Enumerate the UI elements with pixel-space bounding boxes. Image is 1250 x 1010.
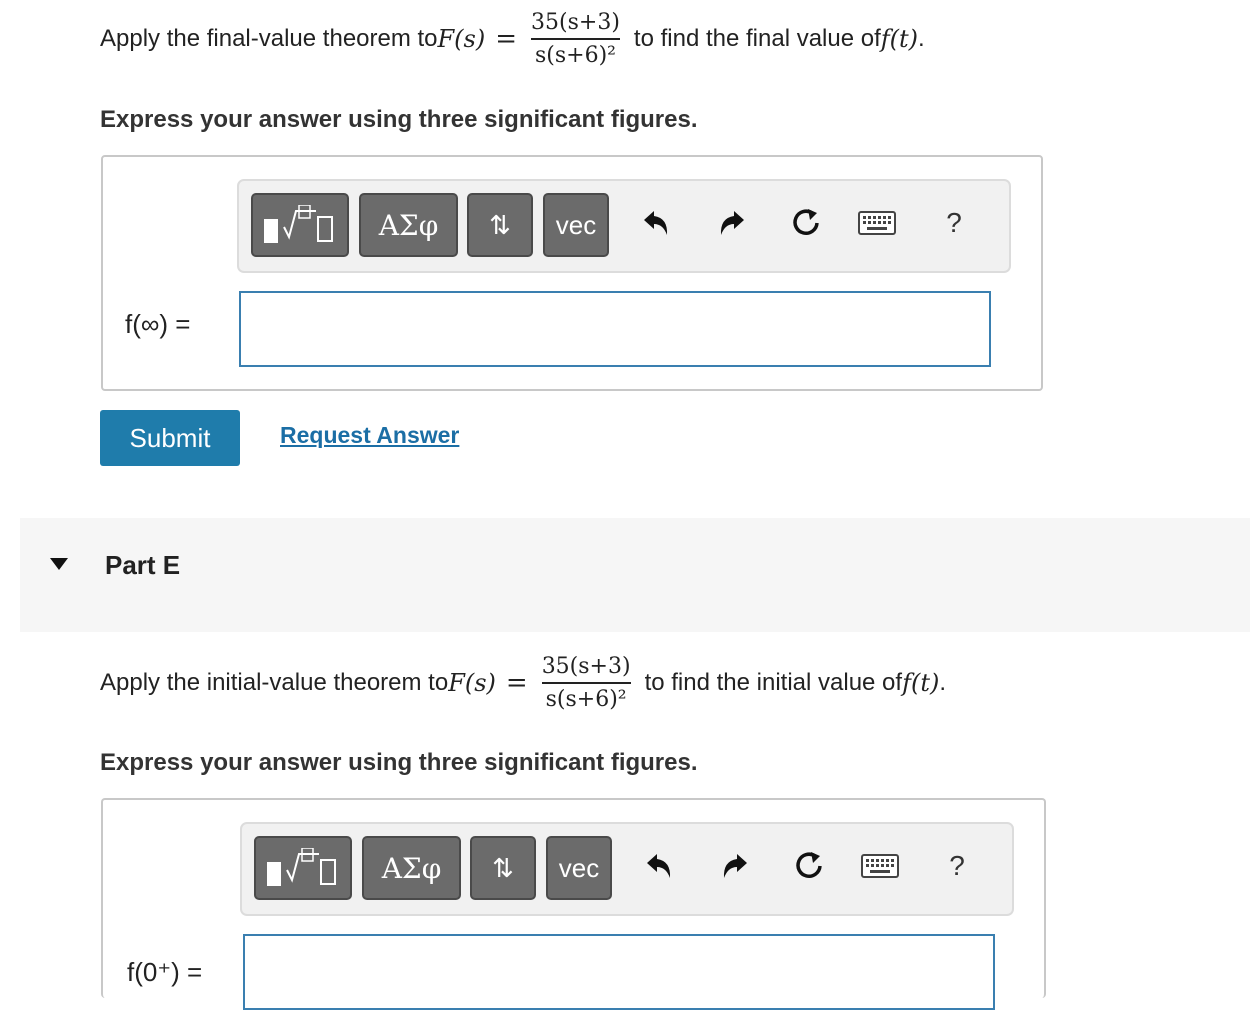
templates-button[interactable] — [251, 193, 349, 257]
keyboard-icon[interactable] — [857, 203, 897, 243]
equation-toolbar: ΑΣφ ⇅ vec ? — [237, 179, 1011, 273]
greek-symbols-button[interactable]: ΑΣφ — [362, 836, 461, 900]
arrows-button[interactable]: ⇅ — [470, 836, 536, 900]
keyboard-icon[interactable] — [860, 846, 900, 886]
answer-box: ΑΣφ ⇅ vec ? f(0⁺) = — [101, 798, 1046, 1010]
problem-statement: Apply the initial-value theorem to F(s) … — [100, 654, 947, 712]
fraction: 35(s+3) s(s+6)² — [541, 654, 631, 712]
answer-label: f(∞) = — [125, 309, 191, 339]
help-icon[interactable]: ? — [934, 203, 974, 243]
problem-statement: Apply the final-value theorem to F(s) = … — [100, 10, 925, 68]
part-title: Part E — [105, 550, 181, 580]
templates-icon — [267, 848, 336, 886]
undo-icon[interactable] — [636, 203, 676, 243]
answer-label: f(0⁺) = — [127, 957, 203, 987]
answer-input[interactable] — [239, 291, 991, 367]
vector-button[interactable]: vec — [543, 193, 609, 257]
collapse-caret-icon[interactable] — [50, 558, 68, 570]
help-icon[interactable]: ? — [937, 846, 977, 886]
instruction-text: Express your answer using three signific… — [100, 749, 698, 776]
undo-icon[interactable] — [639, 846, 679, 886]
fraction: 35(s+3) s(s+6)² — [530, 10, 620, 68]
vector-button[interactable]: vec — [546, 836, 612, 900]
instruction-text: Express your answer using three signific… — [100, 106, 698, 133]
answer-box: ΑΣφ ⇅ vec ? f(∞) = — [101, 155, 1043, 391]
request-answer-link[interactable]: Request Answer — [280, 422, 459, 449]
templates-button[interactable] — [254, 836, 352, 900]
arrows-button[interactable]: ⇅ — [467, 193, 533, 257]
redo-icon[interactable] — [715, 846, 755, 886]
part-e-header[interactable]: Part E — [20, 518, 1250, 632]
submit-button[interactable]: Submit — [100, 410, 240, 466]
answer-input[interactable] — [243, 934, 995, 1010]
templates-icon — [264, 205, 333, 243]
reset-icon[interactable] — [786, 203, 826, 243]
reset-icon[interactable] — [789, 846, 829, 886]
equation-toolbar: ΑΣφ ⇅ vec ? — [240, 822, 1014, 916]
redo-icon[interactable] — [712, 203, 752, 243]
greek-symbols-button[interactable]: ΑΣφ — [359, 193, 458, 257]
